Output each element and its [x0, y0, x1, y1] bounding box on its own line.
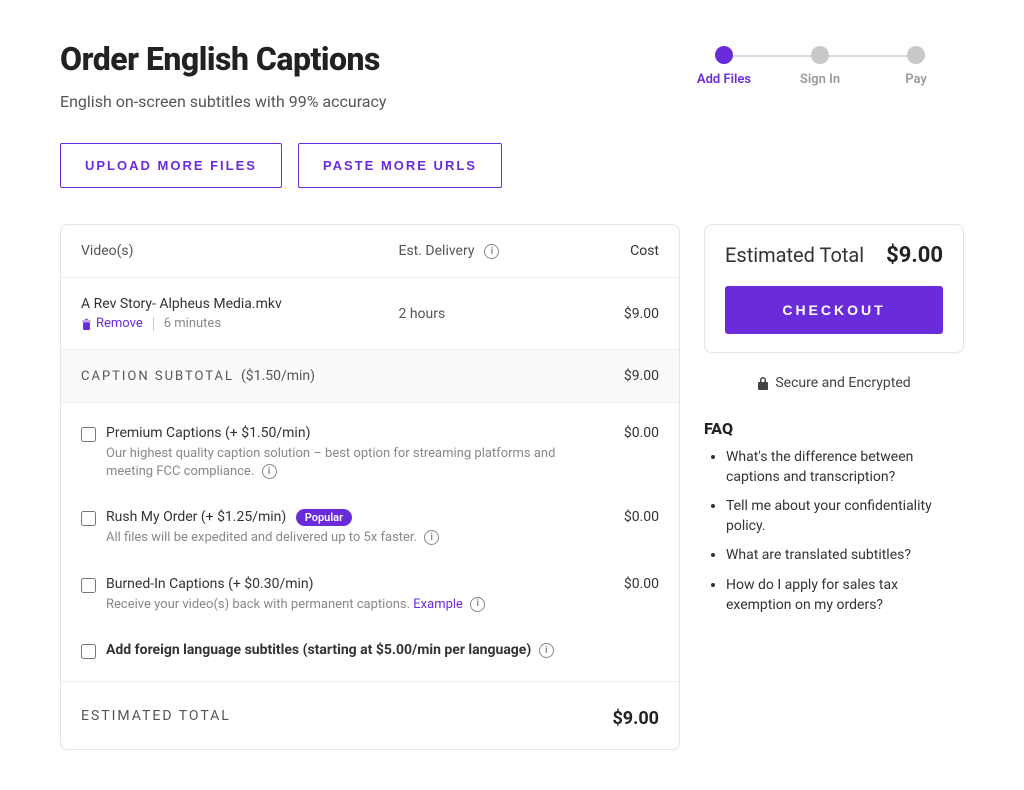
rush-checkbox[interactable]	[81, 511, 96, 526]
divider	[153, 317, 154, 331]
checkout-card: Estimated Total $9.00 CHECKOUT	[704, 224, 964, 353]
option-desc: All files will be expedited and delivere…	[106, 529, 579, 547]
estimated-total-row: ESTIMATED TOTAL $9.00	[61, 682, 679, 749]
faq-section: FAQ What's the difference between captio…	[704, 419, 964, 625]
page-title: Order English Captions	[60, 40, 676, 78]
side-total-value: $9.00	[886, 243, 943, 268]
option-foreign-subtitles: Add foreign language subtitles (starting…	[61, 628, 679, 673]
step-label: Sign In	[800, 72, 840, 87]
header-videos: Video(s)	[81, 243, 399, 259]
foreign-checkbox[interactable]	[81, 644, 96, 659]
page-subtitle: English on-screen subtitles with 99% acc…	[60, 92, 676, 111]
secure-notice: Secure and Encrypted	[704, 375, 964, 391]
upload-more-files-button[interactable]: UPLOAD MORE FILES	[60, 143, 282, 188]
remove-file-link[interactable]: Remove	[81, 316, 143, 331]
faq-item[interactable]: How do I apply for sales tax exemption o…	[726, 576, 964, 615]
file-name: A Rev Story- Alpheus Media.mkv	[81, 296, 399, 312]
option-cost: $0.00	[589, 509, 659, 525]
faq-item[interactable]: Tell me about your confidentiality polic…	[726, 497, 964, 536]
premium-checkbox[interactable]	[81, 427, 96, 442]
subtotal-rate: ($1.50/min)	[238, 368, 316, 384]
file-row: A Rev Story- Alpheus Media.mkv Remove 6 …	[61, 278, 679, 350]
estimated-total-label: ESTIMATED TOTAL	[81, 708, 612, 729]
info-icon[interactable]: i	[484, 244, 499, 259]
step-dot-icon	[907, 46, 925, 64]
option-burned-in-captions: Burned-In Captions (+ $0.30/min) Receive…	[61, 562, 679, 628]
options-section: Premium Captions (+ $1.50/min) Our highe…	[61, 403, 679, 682]
step-dot-icon	[811, 46, 829, 64]
option-cost: $0.00	[589, 425, 659, 441]
step-dot-icon	[715, 46, 733, 64]
paste-more-urls-button[interactable]: PASTE MORE URLS	[298, 143, 502, 188]
option-rush-order: Rush My Order (+ $1.25/min) Popular All …	[61, 495, 679, 561]
burned-checkbox[interactable]	[81, 578, 96, 593]
option-title: Add foreign language subtitles (starting…	[106, 642, 659, 658]
faq-heading: FAQ	[704, 419, 964, 438]
option-title: Burned-In Captions (+ $0.30/min)	[106, 576, 579, 592]
example-link[interactable]: Example	[413, 597, 463, 612]
file-duration: 6 minutes	[164, 316, 221, 331]
step-add-files: Add Files	[676, 46, 772, 87]
info-icon[interactable]: i	[470, 597, 485, 612]
file-delivery: 2 hours	[399, 306, 590, 322]
header-delivery: Est. Delivery i	[399, 243, 590, 259]
option-desc: Our highest quality caption solution – b…	[106, 445, 579, 481]
lock-icon	[757, 376, 769, 390]
option-title: Premium Captions (+ $1.50/min)	[106, 425, 579, 441]
subtotal-label: CAPTION SUBTOTAL	[81, 369, 234, 384]
order-summary-card: Video(s) Est. Delivery i Cost A Rev Stor…	[60, 224, 680, 750]
faq-item[interactable]: What's the difference between captions a…	[726, 448, 964, 487]
info-icon[interactable]: i	[539, 643, 554, 658]
side-total-label: Estimated Total	[725, 243, 864, 267]
option-desc: Receive your video(s) back with permanen…	[106, 596, 579, 614]
checkout-button[interactable]: CHECKOUT	[725, 286, 943, 334]
popular-badge: Popular	[296, 509, 352, 526]
header-cost: Cost	[589, 243, 659, 259]
option-cost: $0.00	[589, 576, 659, 592]
step-sign-in: Sign In	[772, 46, 868, 87]
info-icon[interactable]: i	[262, 464, 277, 479]
estimated-total-value: $9.00	[612, 708, 659, 729]
step-label: Add Files	[697, 72, 751, 87]
option-title: Rush My Order (+ $1.25/min) Popular	[106, 509, 579, 525]
subtotal-value: $9.00	[589, 368, 659, 384]
subtotal-row: CAPTION SUBTOTAL ($1.50/min) $9.00	[61, 350, 679, 403]
option-premium-captions: Premium Captions (+ $1.50/min) Our highe…	[61, 411, 679, 495]
step-label: Pay	[905, 72, 927, 87]
faq-item[interactable]: What are translated subtitles?	[726, 546, 964, 566]
file-cost: $9.00	[589, 306, 659, 322]
table-header-row: Video(s) Est. Delivery i Cost	[61, 225, 679, 278]
step-pay: Pay	[868, 46, 964, 87]
info-icon[interactable]: i	[424, 530, 439, 545]
progress-stepper: Add Files Sign In Pay	[676, 46, 964, 87]
trash-icon	[81, 318, 92, 330]
